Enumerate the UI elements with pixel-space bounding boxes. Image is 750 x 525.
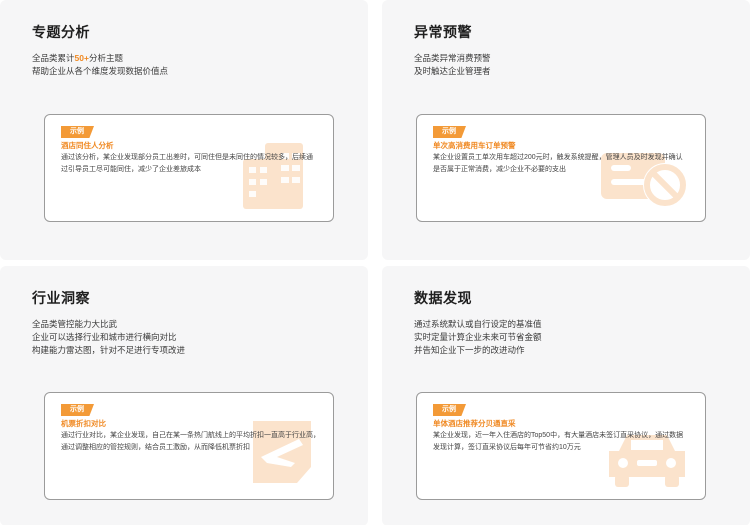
card-topic-analysis: 专题分析 全品类累计50+分析主题 帮助企业从各个维度发现数据价值点 示例 酒店… xyxy=(0,0,368,260)
example-title: 酒店同住人分析 xyxy=(61,141,114,150)
example-line-2: 过引导员工尽可能同住，减少了企业差旅成本 xyxy=(61,166,201,173)
desc-line-3: 并告知企业下一步的改进动作 xyxy=(414,345,525,355)
example-line-1: 通过该分析，某企业发现部分员工出差时，可同住但是未同住的情况较多，后续通 xyxy=(61,154,313,161)
example-box: 示例 单体酒店推荐分贝通直采 某企业发现，近一年入住酒店的Top50中，有大量酒… xyxy=(416,392,706,500)
example-box: 示例 单次高消费用车订单预警 某企业设置员工单次用车超过200元时，触发系统提醒… xyxy=(416,114,706,222)
card-title: 异常预警 xyxy=(414,24,472,40)
example-box: 示例 机票折扣对比 通过行业对比，某企业发现，自己在某一条热门航线上的平均折扣一… xyxy=(44,392,334,500)
example-title: 机票折扣对比 xyxy=(61,419,106,428)
example-line-1: 某企业设置员工单次用车超过200元时，触发系统提醒，管理人员及时发现并确认 xyxy=(433,154,683,161)
example-text: 通过行业对比，某企业发现，自己在某一条热门航线上的平均折扣一直高于行业高， 通过… xyxy=(61,430,323,454)
desc-line-1: 全品类累计50+分析主题 xyxy=(32,53,123,63)
example-text: 某企业设置员工单次用车超过200元时，触发系统提醒，管理人员及时发现并确认 是否… xyxy=(433,152,695,176)
example-badge: 示例 xyxy=(61,126,94,138)
example-line-2: 通过调整相应的管控规则，结合员工激励，从而降低机票折扣 xyxy=(61,444,250,451)
example-title: 单体酒店推荐分贝通直采 xyxy=(433,419,516,428)
example-text: 某企业发现，近一年入住酒店的Top50中，有大量酒店未签订直采协议，通过数据 发… xyxy=(433,430,695,454)
highlight-count: 50+ xyxy=(74,53,89,63)
desc-line-2: 实时定量计算企业未来可节省金额 xyxy=(414,332,542,342)
desc-line-1: 全品类异常消费预警 xyxy=(414,53,491,63)
desc-line-1: 通过系统默认或自行设定的基准值 xyxy=(414,319,542,329)
example-title: 单次高消费用车订单预警 xyxy=(433,141,516,150)
card-title: 专题分析 xyxy=(32,24,90,40)
example-badge: 示例 xyxy=(433,404,466,416)
desc-line-2: 企业可以选择行业和城市进行横向对比 xyxy=(32,332,177,342)
desc-line-3: 构建能力雷达图，针对不足进行专项改进 xyxy=(32,345,186,355)
desc-line-2: 及时触达企业管理者 xyxy=(414,66,491,76)
card-title: 行业洞察 xyxy=(32,290,90,306)
card-anomaly-alert: 异常预警 全品类异常消费预警 及时触达企业管理者 示例 单次高消费用车订单预警 … xyxy=(382,0,750,260)
desc-line-1: 全品类管控能力大比武 xyxy=(32,319,118,329)
card-data-discovery: 数据发现 通过系统默认或自行设定的基准值 实时定量计算企业未来可节省金额 并告知… xyxy=(382,266,750,525)
card-description: 全品类管控能力大比武 企业可以选择行业和城市进行横向对比 构建能力雷达图，针对不… xyxy=(32,318,185,357)
feature-grid: 专题分析 全品类累计50+分析主题 帮助企业从各个维度发现数据价值点 示例 酒店… xyxy=(0,0,750,525)
example-line-1: 通过行业对比，某企业发现，自己在某一条热门航线上的平均折扣一直高于行业高， xyxy=(61,432,320,439)
example-line-2: 发现计算，签订直采协议后每年可节省约10万元 xyxy=(433,444,581,451)
example-line-1: 某企业发现，近一年入住酒店的Top50中，有大量酒店未签订直采协议，通过数据 xyxy=(433,432,684,439)
example-badge: 示例 xyxy=(433,126,466,138)
card-title: 数据发现 xyxy=(414,290,472,306)
card-industry-insight: 行业洞察 全品类管控能力大比武 企业可以选择行业和城市进行横向对比 构建能力雷达… xyxy=(0,266,368,525)
example-box: 示例 酒店同住人分析 通过该分析，某企业发现部分员工出差时，可同住但是未同住的情… xyxy=(44,114,334,222)
example-line-2: 是否属于正常消费，减少企业不必要的支出 xyxy=(433,166,566,173)
example-text: 通过该分析，某企业发现部分员工出差时，可同住但是未同住的情况较多，后续通 过引导… xyxy=(61,152,323,176)
example-badge: 示例 xyxy=(61,404,94,416)
desc-line-2: 帮助企业从各个维度发现数据价值点 xyxy=(32,66,169,76)
card-description: 全品类异常消费预警 及时触达企业管理者 xyxy=(414,52,491,78)
card-description: 通过系统默认或自行设定的基准值 实时定量计算企业未来可节省金额 并告知企业下一步… xyxy=(414,318,542,357)
card-description: 全品类累计50+分析主题 帮助企业从各个维度发现数据价值点 xyxy=(32,52,168,78)
